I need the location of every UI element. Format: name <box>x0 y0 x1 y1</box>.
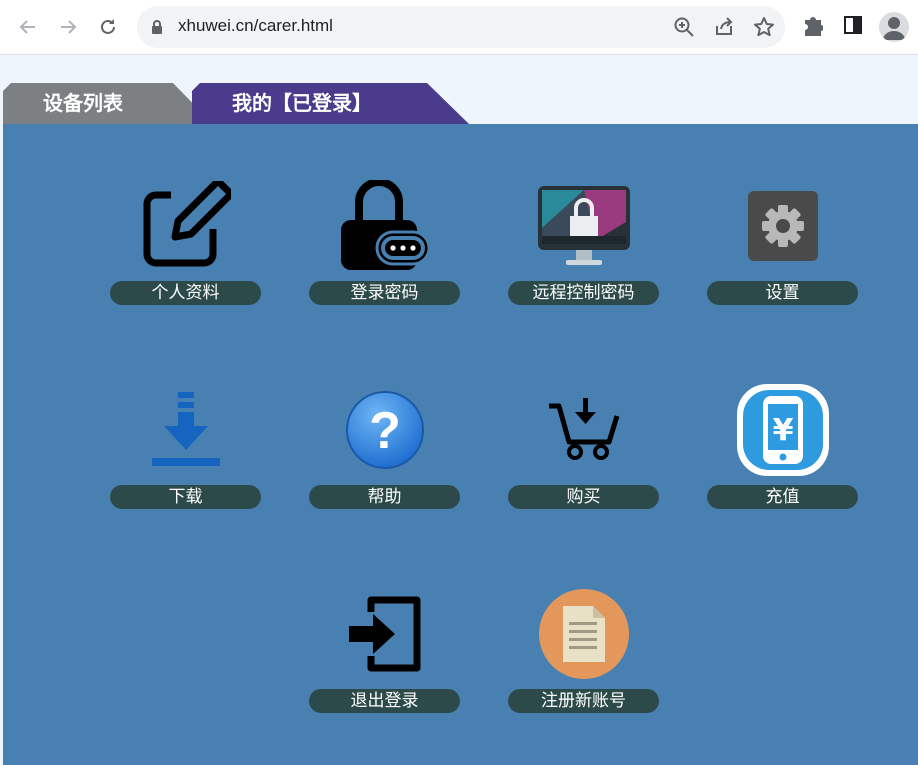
tab-mine[interactable]: 我的【已登录】 <box>192 83 469 124</box>
tab-device-list-label: 设备列表 <box>43 91 123 115</box>
tile-download[interactable]: 下载 <box>110 380 261 510</box>
address-bar[interactable]: xhuwei.cn/carer.html <box>137 6 785 48</box>
page-body: 设备列表 我的【已登录】 个人资料 登录密码 远程控制密码 设置 下载 ? 帮助… <box>0 55 918 765</box>
tile-logout[interactable]: 退出登录 <box>309 584 460 714</box>
tile-register-label: 注册新账号 <box>508 689 659 713</box>
reload-button[interactable] <box>91 10 125 44</box>
tile-recharge[interactable]: ¥ 充值 <box>707 380 858 510</box>
tile-remote-password-label: 远程控制密码 <box>508 281 659 305</box>
forward-button[interactable] <box>51 10 85 44</box>
tile-buy-label: 购买 <box>508 485 659 509</box>
back-arrow-icon <box>19 20 35 34</box>
cart-icon <box>548 398 619 460</box>
tab-device-list[interactable]: 设备列表 <box>3 83 213 124</box>
tile-settings[interactable]: 设置 <box>707 176 858 306</box>
tile-profile-label: 个人资料 <box>110 281 261 305</box>
lock-icon <box>152 20 162 34</box>
tile-register[interactable]: 注册新账号 <box>508 584 659 714</box>
password-lock-icon <box>340 180 430 270</box>
side-panel-icon[interactable] <box>843 14 863 36</box>
tile-login-password-label: 登录密码 <box>309 281 460 305</box>
user-icon <box>883 17 905 40</box>
tile-buy[interactable]: 购买 <box>508 380 659 510</box>
extensions-icon[interactable] <box>803 14 823 36</box>
forward-arrow-icon <box>61 20 77 34</box>
svg-text:?: ? <box>369 402 401 460</box>
logout-icon <box>348 596 420 672</box>
download-icon <box>151 392 220 466</box>
tile-help[interactable]: ? 帮助 <box>309 380 460 510</box>
tile-recharge-label: 充值 <box>707 485 858 509</box>
tile-download-label: 下载 <box>110 485 261 509</box>
edit-icon <box>143 181 231 267</box>
recharge-phone-icon: ¥ <box>736 384 829 476</box>
share-icon[interactable] <box>713 16 735 38</box>
help-icon: ? <box>345 391 424 469</box>
svg-text:¥: ¥ <box>772 413 793 448</box>
url-text: xhuwei.cn/carer.html <box>178 16 333 35</box>
tile-logout-label: 退出登录 <box>309 689 460 713</box>
browser-toolbar: xhuwei.cn/carer.html <box>0 0 918 55</box>
menu-panel: 个人资料 登录密码 远程控制密码 设置 下载 ? 帮助 购买 ¥ 充值 退出登录… <box>3 124 918 765</box>
back-button[interactable] <box>11 10 45 44</box>
tile-profile[interactable]: 个人资料 <box>110 176 261 306</box>
document-icon <box>538 589 629 679</box>
gear-icon <box>747 191 818 261</box>
tile-help-label: 帮助 <box>309 485 460 509</box>
zoom-icon[interactable] <box>673 16 695 38</box>
profile-avatar[interactable] <box>879 12 909 42</box>
tile-remote-password[interactable]: 远程控制密码 <box>508 176 659 306</box>
tile-login-password[interactable]: 登录密码 <box>309 176 460 306</box>
tile-settings-label: 设置 <box>707 281 858 305</box>
tab-mine-label: 我的【已登录】 <box>232 91 372 115</box>
bookmark-star-icon[interactable] <box>753 16 775 38</box>
remote-monitor-lock-icon <box>537 186 630 265</box>
reload-icon <box>101 19 115 34</box>
